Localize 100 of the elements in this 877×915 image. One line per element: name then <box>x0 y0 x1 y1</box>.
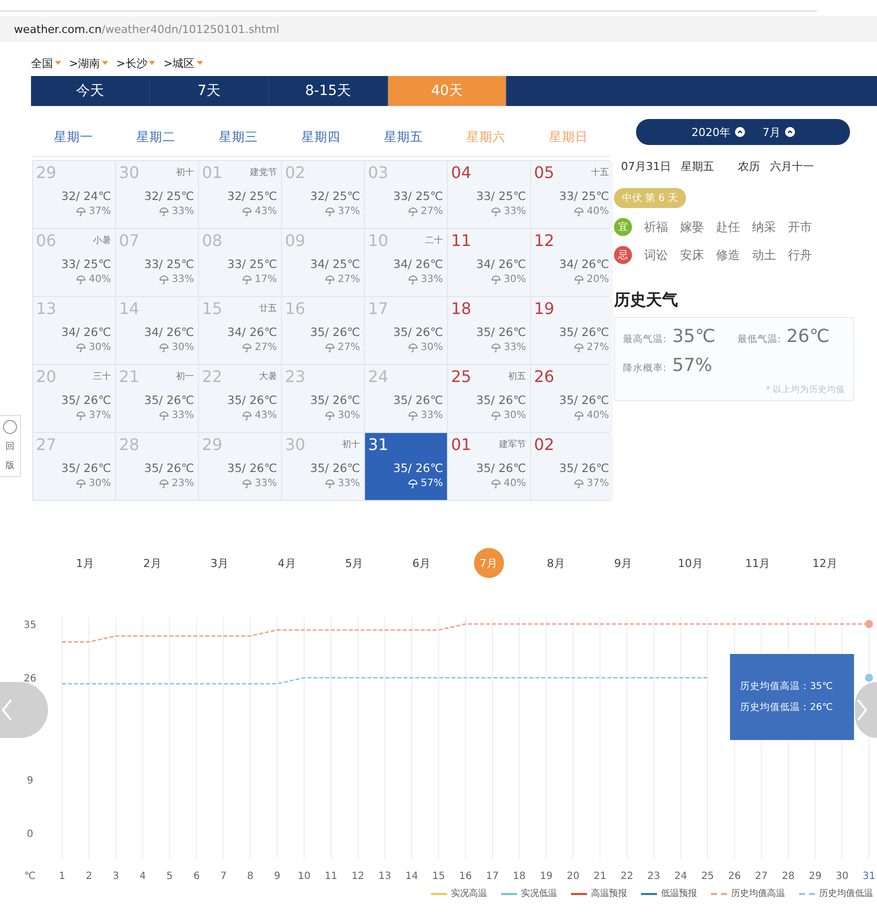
temperature-text: 34/ 26℃ <box>393 257 443 271</box>
chevron-icon[interactable] <box>784 127 794 137</box>
day-cell[interactable]: 05 十五 33/ 25℃ 40% <box>531 161 613 228</box>
umbrella-icon <box>242 274 252 284</box>
umbrella-icon <box>408 478 418 488</box>
day-cell[interactable]: 02 32/ 25℃ 37% <box>282 161 364 228</box>
day-cell[interactable]: 15 廿五 34/ 26℃ 27% <box>199 297 281 364</box>
chevron-icon[interactable] <box>734 127 744 137</box>
day-cell[interactable]: 31 35/ 26℃ 57% <box>365 433 447 500</box>
rain-chance: 40% <box>586 206 609 217</box>
day-cell[interactable]: 12 34/ 26℃ 20% <box>531 229 613 296</box>
day-cell[interactable]: 29 35/ 26℃ 33% <box>199 433 281 500</box>
day-cell[interactable]: 13 34/ 26℃ 30% <box>33 297 115 364</box>
day-cell[interactable]: 11 34/ 26℃ 30% <box>448 229 530 296</box>
day-cell[interactable]: 20 三十 35/ 26℃ 37% <box>33 365 115 432</box>
day-cell[interactable]: 03 33/ 25℃ 27% <box>365 161 447 228</box>
day-cell[interactable]: 30 初十 32/ 25℃ 33% <box>116 161 198 228</box>
day-cell[interactable]: 23 35/ 26℃ 30% <box>282 365 364 432</box>
day-cell[interactable]: 28 35/ 26℃ 23% <box>116 433 198 500</box>
day-cell[interactable]: 19 35/ 26℃ 27% <box>531 297 613 364</box>
day-cell[interactable]: 01 建军节 35/ 26℃ 40% <box>448 433 530 500</box>
day-cell[interactable]: 10 二十 34/ 26℃ 33% <box>365 229 447 296</box>
breadcrumb-link[interactable]: >城区 <box>163 56 203 70</box>
next-button[interactable] <box>855 682 877 738</box>
umbrella-icon <box>324 410 335 420</box>
umbrella-icon <box>76 342 86 352</box>
month-tab[interactable]: 6月 <box>406 548 436 578</box>
weekday-label: 星期五 <box>384 128 424 146</box>
day-cell[interactable]: 26 35/ 26℃ 40% <box>531 365 613 432</box>
month-tab[interactable]: 8月 <box>540 548 571 578</box>
side-tab-text[interactable]: 版 <box>6 459 14 472</box>
day-cell[interactable]: 27 35/ 26℃ 30% <box>33 433 115 500</box>
side-tab-text[interactable]: 回 <box>6 440 14 453</box>
day-cell[interactable]: 30 初十 35/ 26℃ 33% <box>282 433 364 500</box>
umbrella-icon <box>324 342 335 352</box>
month-tab[interactable]: 1月 <box>70 548 100 578</box>
axis-label: 10 <box>298 871 310 882</box>
rain-chance: 33% <box>172 206 194 217</box>
temperature-text: 33/ 25℃ <box>393 189 443 203</box>
rain-chance: 33% <box>420 410 443 421</box>
temperature-text: 34/ 26℃ <box>227 325 277 339</box>
day-cell[interactable]: 09 34/ 25℃ 27% <box>282 229 364 296</box>
circle-icon[interactable] <box>3 420 17 434</box>
umbrella-icon <box>242 410 252 420</box>
day-cell[interactable]: 02 35/ 26℃ 37% <box>531 433 613 500</box>
day-cell[interactable]: 24 35/ 26℃ 33% <box>365 365 447 432</box>
month-tab[interactable]: 2月 <box>137 548 168 578</box>
breadcrumb-link[interactable]: >长沙 <box>116 56 156 70</box>
chevron-right-icon[interactable] <box>855 698 869 722</box>
day-number: 18 <box>451 299 472 318</box>
umbrella-icon <box>574 410 584 420</box>
day-cell[interactable]: 06 小暑 33/ 25℃ 40% <box>33 229 115 296</box>
day-cell[interactable]: 16 35/ 26℃ 27% <box>282 297 364 364</box>
day-cell[interactable]: 08 33/ 25℃ 17% <box>199 229 281 296</box>
axis-label: 17 <box>486 871 499 882</box>
temperature-text: 35/ 26℃ <box>559 461 609 475</box>
rain-chance: 27% <box>338 274 360 285</box>
date-picker[interactable]: 2020年 7月 <box>636 119 850 145</box>
breadcrumb-link[interactable]: 全国 <box>31 56 61 70</box>
legend-label: 实况高温 <box>451 888 487 900</box>
month-tab[interactable]: 11月 <box>742 548 773 578</box>
day-cell[interactable]: 22 大暑 35/ 26℃ 43% <box>199 365 281 432</box>
address-bar[interactable]: weather.com.cn/weather40dn/101250101.shtml <box>0 16 877 42</box>
day-cell[interactable]: 14 34/ 26℃ 30% <box>116 297 198 364</box>
lunar-note: 小暑 <box>93 234 111 247</box>
nav-tab[interactable]: 7天 <box>150 76 269 106</box>
day-cell[interactable]: 25 初五 35/ 26℃ 30% <box>448 365 530 432</box>
lunar-note: 建党节 <box>250 166 277 179</box>
month-tab[interactable]: 9月 <box>608 548 638 578</box>
month-tab[interactable]: 12月 <box>810 548 840 578</box>
month-tab[interactable]: 5月 <box>339 548 370 578</box>
month-tab[interactable]: 3月 <box>204 548 235 578</box>
month-tab[interactable]: 10月 <box>675 548 706 578</box>
day-cell[interactable]: 18 35/ 26℃ 33% <box>448 297 530 364</box>
day-cell[interactable]: 29 32/ 24℃ 37% <box>33 161 115 228</box>
rain-chance: 43% <box>254 206 277 217</box>
nav-tab[interactable]: 今天 <box>31 76 150 106</box>
lunar-note: 十五 <box>591 166 609 179</box>
month-tab[interactable]: 4月 <box>272 548 302 578</box>
weekday-label: 星期二 <box>136 128 176 146</box>
day-cell[interactable]: 01 建党节 32/ 25℃ 43% <box>199 161 281 228</box>
chevron-left-icon[interactable] <box>0 698 14 722</box>
axis-label: 15 <box>432 871 445 882</box>
day-cell[interactable]: 07 33/ 25℃ 33% <box>116 229 198 296</box>
umbrella-icon <box>324 274 335 284</box>
breadcrumb-link[interactable]: >湖南 <box>69 56 108 70</box>
picker-value: 2020年 <box>692 124 730 140</box>
axis-label: 22 <box>620 871 634 882</box>
day-number: 26 <box>534 367 554 386</box>
day-cell[interactable]: 17 35/ 26℃ 30% <box>365 297 447 364</box>
umbrella-icon <box>490 274 501 284</box>
previous-button[interactable] <box>0 682 48 738</box>
axis-label: 18 <box>512 871 526 882</box>
day-cell[interactable]: 04 33/ 25℃ 33% <box>448 161 530 228</box>
umbrella-icon <box>324 478 335 488</box>
day-cell[interactable]: 21 初一 35/ 26℃ 33% <box>116 365 198 432</box>
almanac-item: 嫁娶 <box>680 218 704 236</box>
temperature-text: 34/ 26℃ <box>144 325 194 339</box>
day-number: 30 <box>285 435 306 454</box>
axis-label: 16 <box>459 871 472 882</box>
